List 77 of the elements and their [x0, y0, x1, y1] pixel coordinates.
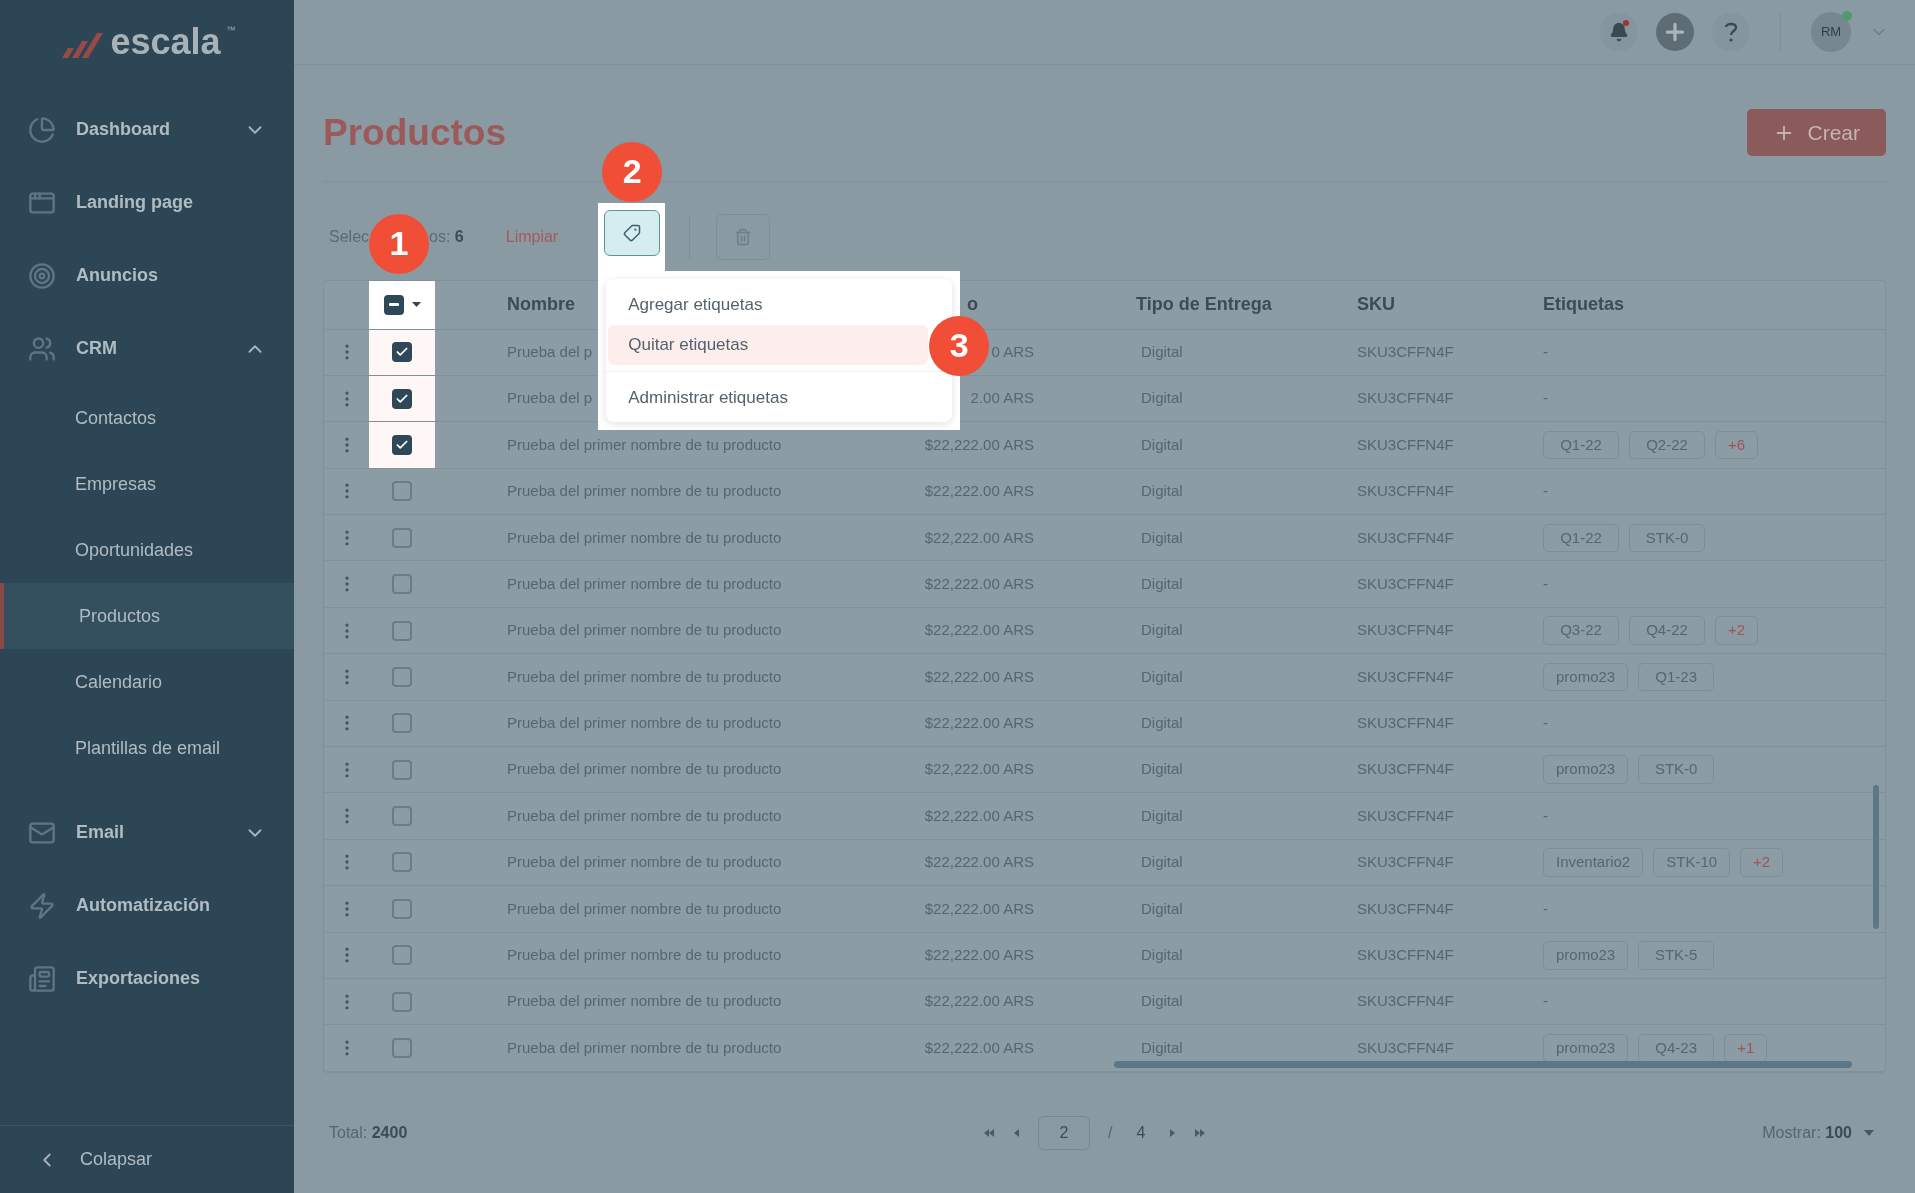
column-header: Etiquetas — [1543, 294, 1625, 314]
checkbox[interactable] — [392, 945, 412, 966]
checkbox[interactable] — [392, 434, 412, 455]
checkbox[interactable] — [392, 898, 412, 919]
next-page-icon[interactable] — [1169, 1127, 1177, 1138]
sidebar-item[interactable]: Automatización — [0, 869, 294, 942]
more-tags-chip: +2 — [1715, 616, 1759, 645]
delete-button[interactable] — [716, 213, 771, 260]
checkbox[interactable] — [392, 342, 412, 363]
trash-icon — [734, 227, 753, 246]
step-number-badge: 2 — [602, 141, 663, 202]
menu-item[interactable]: Quitar etiquetas — [608, 324, 929, 365]
more-tags-chip: +6 — [1715, 430, 1759, 460]
first-page-icon[interactable] — [983, 1127, 995, 1138]
step-number-badge: 1 — [369, 213, 430, 274]
notifications-button[interactable] — [1600, 13, 1638, 51]
checkbox[interactable] — [392, 388, 412, 409]
logo-text: escala — [110, 24, 221, 60]
table-cell-text: - — [1543, 898, 1548, 919]
checkbox[interactable] — [392, 620, 412, 641]
sidebar-subitem[interactable]: Plantillas de email — [0, 715, 294, 781]
sidebar-item[interactable]: CRM — [0, 312, 294, 385]
menu-item[interactable]: Agregar etiquetas — [608, 284, 929, 325]
sidebar-subitem[interactable]: Contactos — [0, 385, 294, 451]
sidebar-item[interactable]: Landing page — [0, 166, 294, 239]
horizontal-scrollbar[interactable] — [1114, 1060, 1852, 1068]
column-header: SKU — [1357, 294, 1395, 314]
column-header: Tipo de Entrega — [1136, 294, 1272, 314]
more-tags-chip: +2 — [1740, 848, 1784, 877]
tag-icon — [622, 223, 641, 242]
checkbox[interactable] — [392, 806, 412, 827]
vertical-scrollbar[interactable] — [1873, 784, 1879, 929]
trademark: ™ — [226, 24, 236, 37]
checkbox[interactable] — [392, 759, 412, 780]
add-button[interactable] — [1656, 13, 1694, 51]
checkbox[interactable] — [392, 852, 412, 873]
table-cell-text: - — [1543, 481, 1548, 502]
page-title: Productos — [323, 111, 506, 155]
sidebar-item[interactable]: Anuncios — [0, 239, 294, 312]
user-avatar[interactable]: RM — [1811, 12, 1851, 52]
sidebar-subitem[interactable]: Empresas — [0, 451, 294, 517]
column-header: o — [966, 293, 978, 316]
checkbox[interactable] — [392, 481, 412, 502]
table-cell-text: - — [1543, 388, 1548, 409]
checkbox[interactable] — [392, 527, 412, 548]
checkbox[interactable] — [392, 713, 412, 734]
sidebar-subitem[interactable]: Calendario — [0, 649, 294, 715]
menu-item[interactable]: Administrar etiquetas — [608, 377, 929, 418]
create-button[interactable]: Crear — [1747, 109, 1886, 157]
checkbox[interactable] — [392, 574, 412, 595]
tag-button[interactable] — [603, 209, 660, 256]
sidebar-subitem[interactable]: Productos — [0, 583, 294, 649]
help-icon — [1724, 21, 1738, 43]
page-separator: / — [1108, 1122, 1113, 1143]
sidebar-subitem[interactable]: Oportunidades — [0, 517, 294, 583]
table-cell-text: - — [1543, 991, 1548, 1012]
minus-icon — [388, 303, 399, 306]
table-cell-text: - — [1543, 805, 1548, 826]
sidebar-item[interactable]: Dashboard — [0, 93, 294, 166]
table-cell-text: - — [1543, 713, 1548, 734]
previous-page-icon[interactable] — [1013, 1127, 1020, 1138]
caret-down-icon[interactable] — [411, 301, 421, 308]
page-count: 4 — [1135, 1122, 1147, 1143]
last-page-icon[interactable] — [1194, 1127, 1207, 1138]
bell-icon — [1609, 22, 1629, 42]
sidebar-item[interactable]: Email — [0, 796, 294, 869]
table-cell-text: - — [1543, 573, 1548, 594]
table-cell-text: - — [1543, 341, 1548, 362]
sidebar-item[interactable]: Exportaciones — [0, 942, 294, 1015]
collapse-button[interactable]: Colapsar — [0, 1125, 294, 1193]
page-input[interactable]: 2 — [1038, 1115, 1090, 1150]
checkbox[interactable] — [392, 1038, 412, 1059]
help-button[interactable] — [1712, 13, 1750, 51]
checkbox[interactable] — [392, 666, 412, 687]
checkbox[interactable] — [383, 294, 404, 315]
checkbox[interactable] — [392, 991, 412, 1012]
column-header: Nombre — [507, 294, 575, 314]
